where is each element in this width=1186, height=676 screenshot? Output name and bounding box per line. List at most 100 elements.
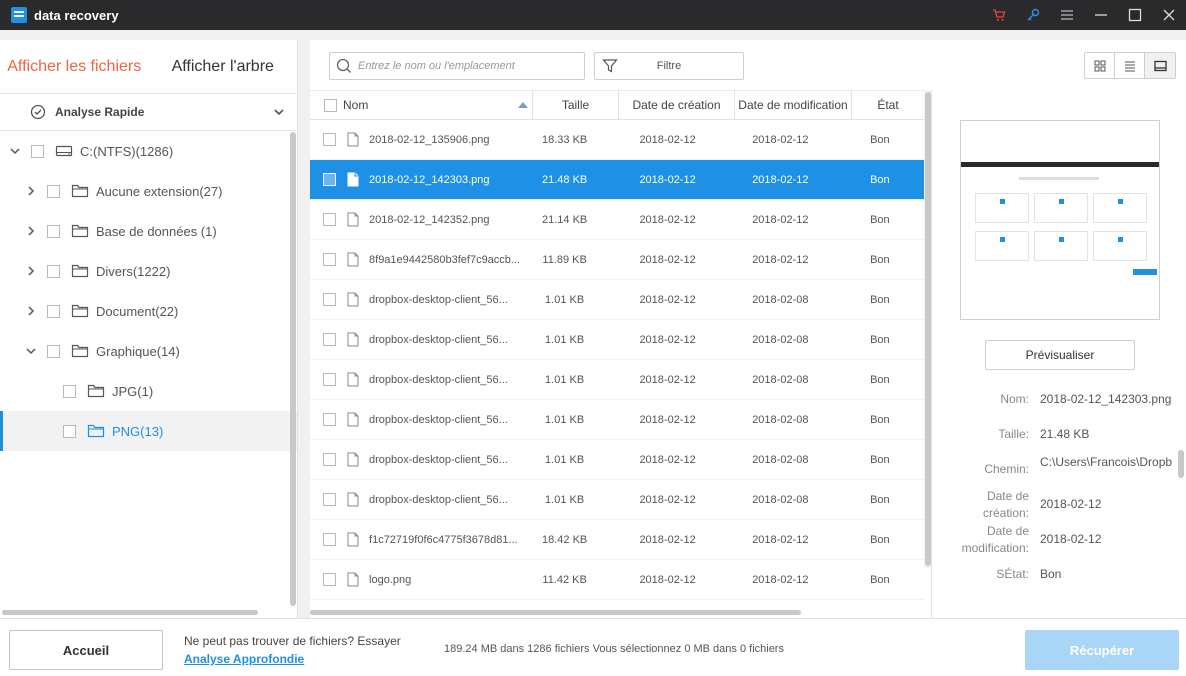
tree-horizontal-scrollbar[interactable] [2,610,258,615]
checkbox[interactable] [31,144,44,158]
row-checkbox[interactable] [323,213,337,226]
checkbox[interactable] [47,264,60,278]
preview-button[interactable]: Prévisualiser [985,340,1135,370]
table-row[interactable]: f1c72719f0f6c4775f3678d81... 18.42 KB 2018… [310,520,924,560]
tree-item-no-extension[interactable]: Aucune extension(27) [0,171,297,211]
select-all-checkbox[interactable] [324,98,337,112]
row-checkbox[interactable] [323,453,337,466]
chevron-right-icon[interactable] [25,305,37,317]
cell-state: Bon [870,253,890,266]
table-row[interactable]: 2018-02-12_135906.png 18.33 KB 2018-02-12 2… [310,120,924,160]
search-input[interactable] [358,60,578,72]
home-button[interactable]: Accueil [9,630,163,670]
folder-tree: C:(NTFS)(1286) Aucune extension(27) Base… [0,131,297,451]
grid-view-icon[interactable] [1085,53,1115,78]
row-checkbox[interactable] [323,133,337,146]
file-icon [336,172,359,187]
preview-image-card [1034,193,1088,223]
list-view-icon[interactable] [1115,53,1145,78]
row-checkbox[interactable] [323,293,337,306]
tree-item-drive[interactable]: C:(NTFS)(1286) [0,131,297,171]
deep-scan-link[interactable]: Analyse Approfondie [184,652,304,666]
file-icon [336,132,359,147]
row-checkbox[interactable] [323,493,337,506]
row-checkbox[interactable] [323,253,337,266]
folder-icon [71,303,89,319]
table-row[interactable]: dropbox-desktop-client_56... 1.01 KB 2018-… [310,440,924,480]
cell-created: 2018-02-12 [639,573,696,586]
cell-state: Bon [870,133,890,146]
tree-item-label: PNG(13) [112,423,164,439]
tree-item-graphics[interactable]: Graphique(14) [0,331,297,371]
table-row[interactable]: 8f9a1e9442580b3fef7c9accb... 11.89 KB 2018… [310,240,924,280]
header-name[interactable]: Nom [337,90,533,120]
header-size-label: Taille [561,98,590,112]
table-row[interactable]: dropbox-desktop-client_56... 1.01 KB 2018-… [310,360,924,400]
tab-files[interactable]: Afficher les fichiers [0,40,149,93]
cell-created: 2018-02-12 [639,293,696,306]
row-checkbox[interactable] [323,173,337,186]
close-icon[interactable] [1152,0,1186,30]
tree-item-database[interactable]: Base de données (1) [0,211,297,251]
tab-tree[interactable]: Afficher l'arbre [149,40,298,93]
cell-modified: 2018-02-08 [752,373,809,386]
view-tabs: Afficher les fichiers Afficher l'arbre [0,40,297,94]
table-body: 2018-02-12_135906.png 18.33 KB 2018-02-12 2… [310,120,924,600]
cell-created: 2018-02-12 [639,333,696,346]
detail-created-label: Date de création: [982,489,1029,520]
cell-size: 1.01 KB [545,333,585,346]
header-size[interactable]: Taille [533,90,619,120]
header-state[interactable]: État [852,90,924,120]
main-panel: Filtre Nom Taille Date de création Date … [310,40,1186,618]
table-row[interactable]: dropbox-desktop-client_56... 1.01 KB 2018-… [310,400,924,440]
row-checkbox[interactable] [323,373,337,386]
preview-view-icon[interactable] [1145,53,1175,78]
maximize-icon[interactable] [1118,0,1152,30]
table-row[interactable]: logo.png 11.42 KB 2018-02-12 2018-02-12 Bon [310,560,924,600]
chevron-right-icon[interactable] [25,225,37,237]
row-checkbox[interactable] [323,333,337,346]
tree-item-misc[interactable]: Divers(1222) [0,251,297,291]
tree-vertical-scrollbar[interactable] [290,132,296,606]
cart-icon[interactable] [982,0,1016,30]
details-scrollbar[interactable] [1178,450,1184,478]
key-icon[interactable] [1016,0,1050,30]
cell-size: 18.42 KB [541,533,588,546]
search-box[interactable] [329,52,585,80]
tree-item-jpg[interactable]: JPG(1) [0,371,297,411]
sort-asc-icon [518,102,528,108]
minimize-icon[interactable] [1084,0,1118,30]
cell-created: 2018-02-12 [639,493,696,506]
checkbox[interactable] [47,304,60,318]
header-modified[interactable]: Date de modification [735,90,852,120]
cell-size: 11.42 KB [542,573,587,586]
filter-button[interactable]: Filtre [594,52,744,80]
checkbox[interactable] [47,344,60,358]
chevron-down-icon[interactable] [9,145,21,157]
table-row[interactable]: dropbox-desktop-client_56... 1.01 KB 2018-… [310,280,924,320]
menu-icon[interactable] [1050,0,1084,30]
table-row[interactable]: dropbox-desktop-client_56... 1.01 KB 2018-… [310,320,924,360]
row-checkbox[interactable] [323,533,337,546]
table-row[interactable]: 2018-02-12_142303.png 21.48 KB 2018-02-12 2… [310,160,924,200]
checkbox[interactable] [47,224,60,238]
detail-created-value: 2018-02-12 [1040,497,1102,511]
tree-item-label: Base de données (1) [96,223,217,239]
chevron-right-icon[interactable] [25,185,37,197]
header-created[interactable]: Date de création [619,90,735,120]
chevron-down-icon[interactable] [25,345,37,357]
row-checkbox[interactable] [323,573,337,586]
scan-mode-selector[interactable]: Analyse Rapide [0,94,297,131]
table-horizontal-scrollbar[interactable] [310,610,801,615]
table-row[interactable]: 2018-02-12_142352.png 21.14 KB 2018-02-12 2… [310,200,924,240]
recover-button[interactable]: Récupérer [1025,630,1179,670]
tree-item-document[interactable]: Document(22) [0,291,297,331]
checkbox[interactable] [63,424,76,438]
checkbox[interactable] [63,384,76,398]
cell-size: 1.01 KB [545,293,585,306]
row-checkbox[interactable] [323,413,337,426]
checkbox[interactable] [47,184,60,198]
table-row[interactable]: dropbox-desktop-client_56... 1.01 KB 2018-… [310,480,924,520]
chevron-right-icon[interactable] [25,265,37,277]
tree-item-png[interactable]: PNG(13) [0,411,297,451]
